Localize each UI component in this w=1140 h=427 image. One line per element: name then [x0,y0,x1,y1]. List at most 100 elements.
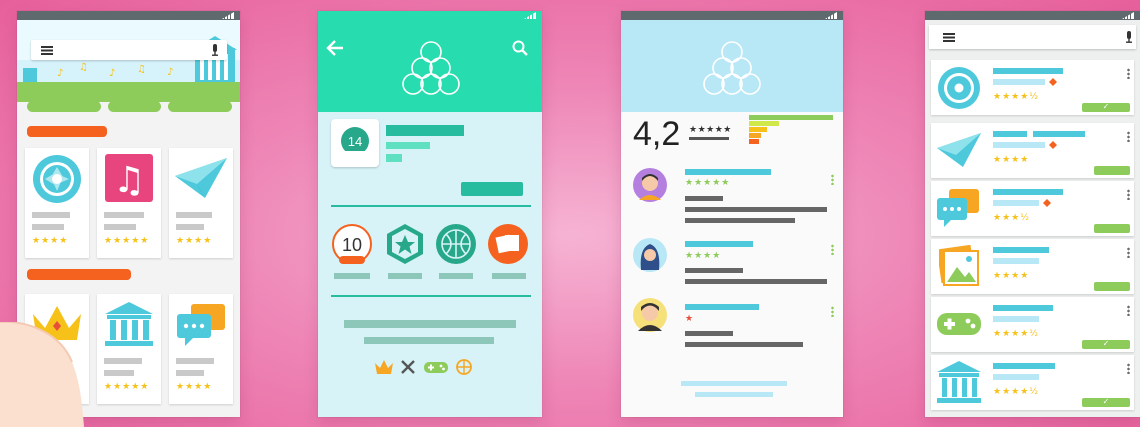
diamond-marker [1049,141,1057,149]
review-text-line [685,268,743,273]
item-menu-icon[interactable] [1127,131,1130,142]
rating-bar-1 [749,139,759,144]
app-sub-placeholder [176,370,204,376]
item-subtitle [993,374,1039,380]
review-text-line [685,196,723,201]
review-menu-icon[interactable] [831,244,834,255]
app-card-bank[interactable]: ★★★★★ [97,294,161,404]
category-pill-1[interactable] [27,101,101,112]
badge-ten: 10 [332,224,372,264]
reviewer-name [685,241,753,247]
review-stars: ★★★★ [685,251,722,261]
review-menu-icon[interactable] [831,174,834,185]
item-subtitle [993,200,1039,206]
search-bar[interactable] [929,25,1136,49]
app-icon: 14 [331,119,379,167]
paper-plane-icon [175,158,227,198]
list-item[interactable]: ★★★★½ ✓ [931,355,1134,410]
rating-summary-stars: ★★★★★ [689,125,732,135]
list-item[interactable]: ★★★★½ ✓ [931,297,1134,352]
paper-plane-icon [937,133,981,167]
app-logo-circles [703,41,761,95]
swords-icon [401,360,415,374]
item-title [993,131,1027,137]
list-item[interactable]: ★★★½ [931,181,1134,236]
avatar [633,168,667,202]
svg-text:♫: ♫ [79,62,88,73]
app-icon-number: 14 [348,134,362,149]
music-banner-illustration: ♪ ♫ ♪ ♫ ♪ [17,36,240,102]
review-text-line [685,342,803,347]
rating-bar-4 [749,121,779,126]
list-item[interactable]: ★★★★ [931,239,1134,294]
app-card-plane[interactable]: ★★★★ [169,148,233,258]
app-sub-placeholder [104,370,134,376]
item-subtitle [993,79,1045,85]
review-menu-icon[interactable] [831,306,834,317]
app-card-music[interactable]: ♫ ★★★★★ [97,148,161,258]
microphone-icon[interactable] [1125,31,1133,43]
item-title [993,305,1053,311]
item-title [993,68,1063,74]
item-menu-icon[interactable] [1127,363,1130,374]
item-subtitle [993,258,1039,264]
install-button[interactable] [1094,224,1130,233]
item-stars: ★★★★½ [993,92,1039,102]
category-pill-3[interactable] [168,101,232,112]
install-button[interactable] [461,182,523,196]
rating-stars: ★★★★ [176,236,213,246]
rating-bar-5 [749,115,833,120]
item-menu-icon[interactable] [1127,189,1130,200]
more-reviews-link[interactable] [681,381,787,386]
install-button[interactable] [1094,282,1130,291]
review-text-line [685,279,827,284]
app-header [318,20,542,112]
installed-check: ✓ [1082,398,1130,407]
app-card-camera[interactable]: ★★★★ [25,148,89,258]
microphone-icon[interactable] [211,44,219,56]
item-menu-icon[interactable] [1127,247,1130,258]
rating-stars: ★★★★ [32,236,69,246]
item-subtitle [993,142,1045,148]
chat-bubbles-icon [937,189,979,227]
category-pill-2[interactable] [108,101,161,112]
star-badge-icon [387,224,423,264]
chat-bubbles-icon [177,304,225,346]
status-bar [925,11,1140,20]
item-subtitle [993,316,1039,322]
item-menu-icon[interactable] [1127,68,1130,79]
review-stars: ★★★★★ [685,178,731,188]
rating-count-placeholder [689,137,729,140]
badge-number: 10 [342,235,362,255]
app-card-chat[interactable]: ★★★★ [169,294,233,404]
search-bar[interactable] [31,40,227,60]
description-line-1 [344,320,516,328]
app-name-placeholder [176,212,212,218]
rating-value: 4,2 [633,115,681,153]
bank-icon [105,302,153,346]
menu-icon[interactable] [943,33,955,42]
back-arrow-icon[interactable] [326,40,344,56]
search-icon[interactable] [512,40,528,56]
photo-cards-icon [488,224,528,264]
rating-stars: ★★★★★ [104,382,150,392]
basketball-icon [436,224,476,264]
app-sub-placeholder [176,224,204,230]
list-item[interactable]: ★★★★ [931,123,1134,178]
diamond-marker [1049,78,1057,86]
more-reviews-sub [695,392,773,397]
menu-icon[interactable] [41,46,53,55]
reviewer-name [685,304,759,310]
list-item[interactable]: ★★★★½ ✓ [931,60,1134,115]
item-menu-icon[interactable] [1127,305,1130,316]
app-title-placeholder [386,125,464,136]
svg-text:♫: ♫ [137,64,146,75]
divider-2 [331,295,531,297]
status-bar [17,11,240,20]
phone-app-detail: 14 10 [318,11,542,417]
description-line-2 [364,337,494,344]
install-button[interactable] [1094,166,1130,175]
review-header [621,20,843,112]
app-logo-circles [402,41,460,95]
picture-icon [939,245,979,286]
